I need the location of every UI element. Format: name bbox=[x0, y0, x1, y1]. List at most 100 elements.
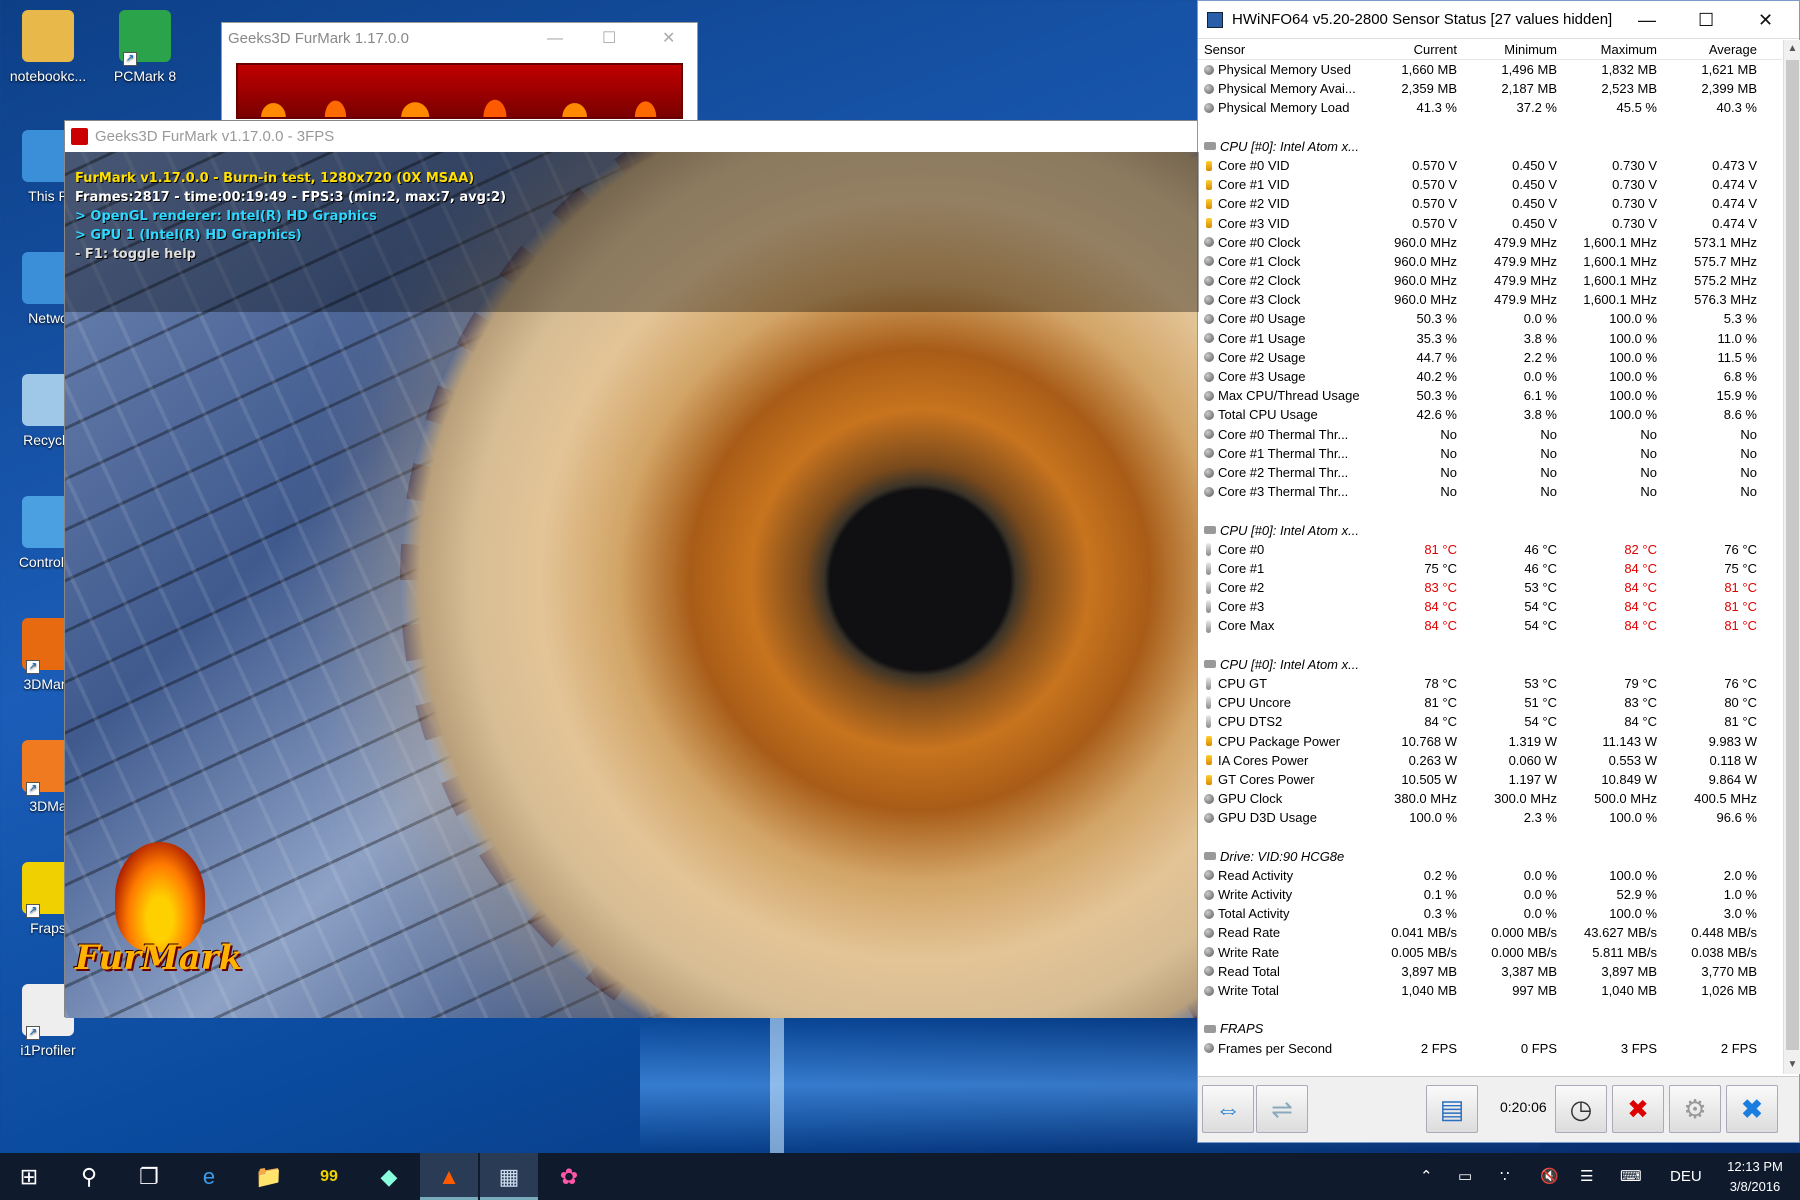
furmark-render-window[interactable]: Geeks3D FurMark v1.17.0.0 - 3FPS FurMark… bbox=[64, 120, 1199, 1018]
expand-columns-button[interactable]: ⇔ bbox=[1202, 1085, 1254, 1133]
furmark-launcher-window[interactable]: Geeks3D FurMark 1.17.0.0 — ☐ ✕ bbox=[221, 22, 698, 122]
table-row[interactable]: GT Cores Power 10.505 W 1.197 W 10.849 W 9.8… bbox=[1198, 770, 1782, 789]
column-header-current[interactable]: Current bbox=[1366, 40, 1461, 59]
table-row[interactable]: Core #3 VID 0.570 V 0.450 V 0.730 V 0.474 V bbox=[1198, 214, 1782, 233]
sensor-group-header[interactable]: FRAPS bbox=[1198, 1019, 1782, 1038]
hwinfo-taskbar-icon[interactable]: ▦ bbox=[480, 1153, 538, 1200]
title-bar[interactable]: Geeks3D FurMark 1.17.0.0 — ☐ ✕ bbox=[222, 23, 697, 55]
title-bar[interactable]: Geeks3D FurMark v1.17.0.0 - 3FPS bbox=[65, 121, 1197, 152]
table-row[interactable]: Physical Memory Avai... 2,359 MB 2,187 MB 2… bbox=[1198, 79, 1782, 98]
vertical-scrollbar[interactable]: ▲ ▼ bbox=[1783, 40, 1800, 1074]
table-row[interactable]: Physical Memory Load 41.3 % 37.2 % 45.5 % 40… bbox=[1198, 98, 1782, 117]
sensor-name-cell: Physical Memory Load bbox=[1198, 98, 1366, 117]
column-header-maximum[interactable]: Maximum bbox=[1561, 40, 1661, 59]
table-row[interactable]: CPU Uncore 81 °C 51 °C 83 °C 80 °C bbox=[1198, 693, 1782, 712]
close-icon[interactable]: ✕ bbox=[662, 23, 675, 55]
desktop-shortcut[interactable]: ↗ PCMark 8 bbox=[97, 10, 193, 84]
scroll-down-icon[interactable]: ▼ bbox=[1784, 1056, 1800, 1074]
close-sensors-button[interactable]: ✖ bbox=[1726, 1085, 1778, 1133]
keyboard-icon[interactable]: ⌨ bbox=[1620, 1153, 1642, 1200]
table-row[interactable]: Core #2 Thermal Thr... No No No No bbox=[1198, 463, 1782, 482]
furmark-taskbar-icon[interactable]: ▲ bbox=[420, 1153, 478, 1200]
table-row[interactable]: Core #3 Thermal Thr... No No No No bbox=[1198, 482, 1782, 501]
table-row[interactable]: Read Total 3,897 MB 3,387 MB 3,897 MB 3,770 … bbox=[1198, 962, 1782, 981]
table-row[interactable]: Write Total 1,040 MB 997 MB 1,040 MB 1,026 M… bbox=[1198, 981, 1782, 1000]
table-row[interactable]: GPU Clock 380.0 MHz 300.0 MHz 500.0 MHz 400.… bbox=[1198, 789, 1782, 808]
clock[interactable]: 12:13 PM 3/8/2016 bbox=[1715, 1157, 1795, 1197]
scroll-up-icon[interactable]: ▲ bbox=[1784, 40, 1800, 58]
maximize-icon[interactable]: ☐ bbox=[602, 23, 616, 55]
show-hidden-icons[interactable]: ⌃ bbox=[1420, 1153, 1433, 1200]
table-row[interactable]: Core #1 Clock 960.0 MHz 479.9 MHz 1,600.1 M… bbox=[1198, 252, 1782, 271]
file-explorer-icon[interactable]: 📁 bbox=[240, 1153, 298, 1200]
table-row[interactable]: Core #3 Usage 40.2 % 0.0 % 100.0 % 6.8 % bbox=[1198, 367, 1782, 386]
start-button[interactable]: ⊞ bbox=[0, 1153, 58, 1200]
table-row[interactable]: Core #3 Clock 960.0 MHz 479.9 MHz 1,600.1 M… bbox=[1198, 290, 1782, 309]
table-row[interactable]: Total CPU Usage 42.6 % 3.8 % 100.0 % 8.6 % bbox=[1198, 405, 1782, 424]
table-row[interactable]: Core Max 84 °C 54 °C 84 °C 81 °C bbox=[1198, 616, 1782, 635]
sensor-group-header[interactable]: Drive: VID:90 HCG8e bbox=[1198, 847, 1782, 866]
maximize-icon[interactable]: ☐ bbox=[1698, 1, 1714, 39]
clock-reset-button[interactable]: ◷ bbox=[1555, 1085, 1607, 1133]
sensor-group-header[interactable]: CPU [#0]: Intel Atom x... bbox=[1198, 521, 1782, 540]
table-row[interactable]: Core #0 Clock 960.0 MHz 479.9 MHz 1,600.1 M… bbox=[1198, 233, 1782, 252]
table-row[interactable]: Physical Memory Used 1,660 MB 1,496 MB 1,83… bbox=[1198, 60, 1782, 79]
table-row[interactable]: Total Activity 0.3 % 0.0 % 100.0 % 3.0 % bbox=[1198, 904, 1782, 923]
search-icon[interactable]: ⚲ bbox=[60, 1153, 118, 1200]
table-row[interactable]: Core #2 VID 0.570 V 0.450 V 0.730 V 0.474 V bbox=[1198, 194, 1782, 213]
table-row[interactable]: Max CPU/Thread Usage 50.3 % 6.1 % 100.0 % 15… bbox=[1198, 386, 1782, 405]
table-row[interactable]: Core #2 Usage 44.7 % 2.2 % 100.0 % 11.5 % bbox=[1198, 348, 1782, 367]
table-row[interactable]: Core #2 Clock 960.0 MHz 479.9 MHz 1,600.1 M… bbox=[1198, 271, 1782, 290]
column-header-minimum[interactable]: Minimum bbox=[1461, 40, 1561, 59]
volume-muted-icon[interactable]: 🔇 bbox=[1540, 1153, 1559, 1200]
table-row[interactable]: Core #0 VID 0.570 V 0.450 V 0.730 V 0.473 V bbox=[1198, 156, 1782, 175]
column-header-sensor[interactable]: Sensor bbox=[1198, 40, 1366, 59]
sensor-group-header[interactable]: CPU [#0]: Intel Atom x... bbox=[1198, 137, 1782, 156]
column-header-average[interactable]: Average bbox=[1661, 40, 1761, 59]
table-row[interactable]: Frames per Second 2 FPS 0 FPS 3 FPS 2 FPS bbox=[1198, 1039, 1782, 1058]
table-row[interactable]: GPU D3D Usage 100.0 % 2.3 % 100.0 % 96.6 % bbox=[1198, 808, 1782, 827]
settings-gear-button[interactable]: ⚙ bbox=[1669, 1085, 1721, 1133]
table-row[interactable]: IA Cores Power 0.263 W 0.060 W 0.553 W 0.118… bbox=[1198, 751, 1782, 770]
table-row[interactable]: Core #3 84 °C 54 °C 84 °C 81 °C bbox=[1198, 597, 1782, 616]
table-row[interactable]: CPU DTS2 84 °C 54 °C 84 °C 81 °C bbox=[1198, 712, 1782, 731]
title-bar[interactable]: HWiNFO64 v5.20-2800 Sensor Status [27 va… bbox=[1198, 1, 1799, 39]
hwinfo-window[interactable]: HWiNFO64 v5.20-2800 Sensor Status [27 va… bbox=[1197, 0, 1800, 1143]
fraps-icon[interactable]: 99 bbox=[300, 1153, 358, 1200]
edge-browser-icon[interactable]: e bbox=[180, 1153, 238, 1200]
table-row[interactable]: Read Activity 0.2 % 0.0 % 100.0 % 2.0 % bbox=[1198, 866, 1782, 885]
sensor-group-header[interactable]: CPU [#0]: Intel Atom x... bbox=[1198, 655, 1782, 674]
network-icon[interactable]: ▤ bbox=[1426, 1085, 1478, 1133]
action-center-icon[interactable]: ☰ bbox=[1580, 1153, 1593, 1200]
desktop-shortcut[interactable]: notebookc... bbox=[0, 10, 96, 84]
table-row[interactable]: Write Activity 0.1 % 0.0 % 52.9 % 1.0 % bbox=[1198, 885, 1782, 904]
table-row[interactable]: Core #1 75 °C 46 °C 84 °C 75 °C bbox=[1198, 559, 1782, 578]
table-row[interactable]: Core #0 81 °C 46 °C 82 °C 76 °C bbox=[1198, 540, 1782, 559]
thermometer-icon bbox=[1206, 715, 1211, 729]
table-row[interactable]: Core #1 VID 0.570 V 0.450 V 0.730 V 0.474 V bbox=[1198, 175, 1782, 194]
table-row[interactable]: CPU Package Power 10.768 W 1.319 W 11.143 W… bbox=[1198, 732, 1782, 751]
table-row[interactable]: Core #2 83 °C 53 °C 84 °C 81 °C bbox=[1198, 578, 1782, 597]
language-indicator[interactable]: DEU bbox=[1670, 1153, 1702, 1200]
value-minimum: 300.0 MHz bbox=[1494, 791, 1557, 807]
battery-icon[interactable]: ▭ bbox=[1458, 1153, 1472, 1200]
table-row[interactable]: Core #1 Thermal Thr... No No No No bbox=[1198, 444, 1782, 463]
minimize-icon[interactable]: — bbox=[1638, 1, 1656, 39]
table-row[interactable]: Read Rate 0.041 MB/s 0.000 MB/s 43.627 MB/s… bbox=[1198, 923, 1782, 942]
app-icon[interactable]: ◆ bbox=[360, 1153, 418, 1200]
scrollbar-thumb[interactable] bbox=[1786, 60, 1799, 1050]
close-icon[interactable]: ✕ bbox=[1758, 1, 1773, 39]
paint-icon[interactable]: ✿ bbox=[540, 1153, 598, 1200]
log-file-button[interactable]: ✖ bbox=[1612, 1085, 1664, 1133]
table-row[interactable]: Write Rate 0.005 MB/s 0.000 MB/s 5.811 MB/s… bbox=[1198, 943, 1782, 962]
table-row[interactable]: CPU GT 78 °C 53 °C 79 °C 76 °C bbox=[1198, 674, 1782, 693]
table-row[interactable]: Core #1 Usage 35.3 % 3.8 % 100.0 % 11.0 % bbox=[1198, 329, 1782, 348]
collapse-columns-button[interactable]: ⇌ bbox=[1256, 1085, 1308, 1133]
wifi-icon[interactable]: ∵ bbox=[1500, 1153, 1510, 1200]
minimize-icon[interactable]: — bbox=[547, 23, 563, 55]
value-minimum: 0.000 MB/s bbox=[1491, 925, 1557, 941]
task-view-icon[interactable]: ❐ bbox=[120, 1153, 178, 1200]
table-row[interactable]: Core #0 Usage 50.3 % 0.0 % 100.0 % 5.3 % bbox=[1198, 309, 1782, 328]
table-row[interactable]: Core #0 Thermal Thr... No No No No bbox=[1198, 425, 1782, 444]
sensor-name: Physical Memory Avai... bbox=[1218, 81, 1356, 97]
